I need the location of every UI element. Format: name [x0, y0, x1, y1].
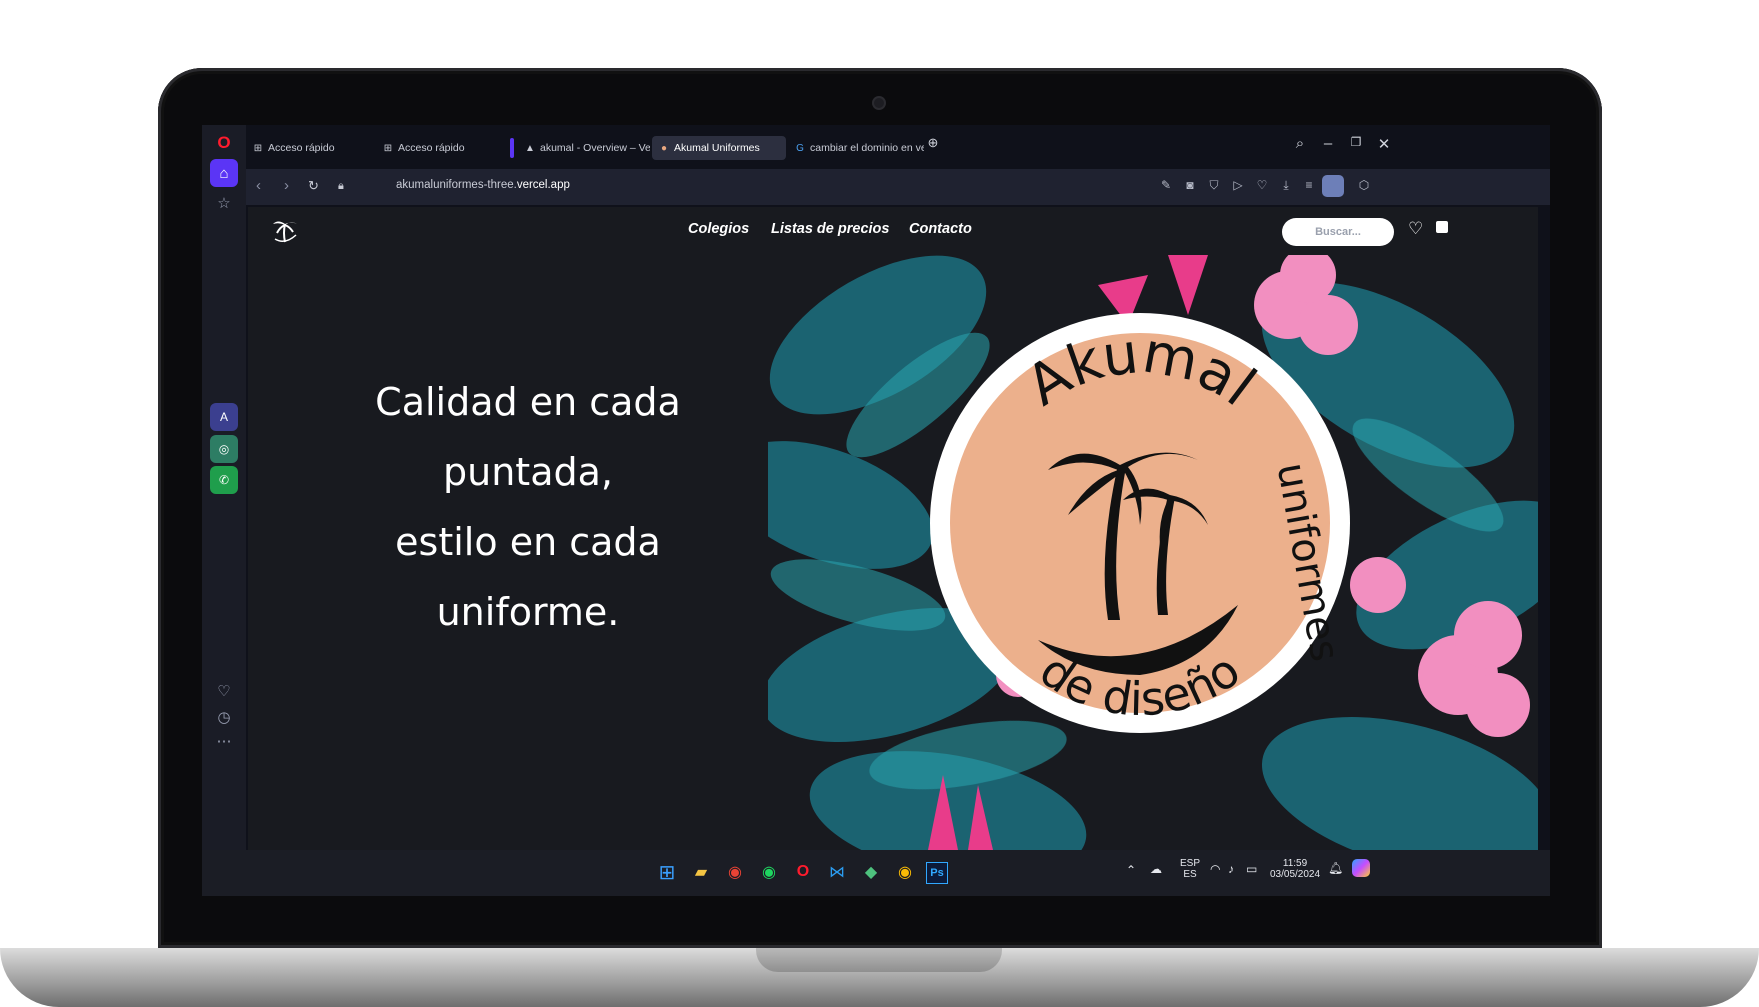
address-bar: ‹ › ↻ 🔒︎ akumaluniformes-three.vercel.ap…: [246, 169, 1550, 205]
star-icon[interactable]: ☆: [210, 189, 238, 217]
url-field[interactable]: akumaluniformes-three.vercel.app: [396, 179, 570, 191]
screen: O ⌂ ☆ A ◎ ✆ ♡ ◷ ⋯ ⊞ Acceso rápido ⊞ Acceso…: [202, 125, 1550, 896]
hero-line-4: uniforme.: [436, 590, 620, 634]
clock[interactable]: 11:59 03/05/2024: [1270, 858, 1320, 880]
lock-icon: 🔒︎: [338, 180, 344, 192]
tab-island-marker: [510, 138, 514, 158]
photoshop-icon[interactable]: Ps: [926, 862, 948, 884]
diamond-app-icon[interactable]: ◆: [858, 859, 884, 885]
tab-vercel[interactable]: ▲akumal - Overview – Vercel: [518, 136, 650, 160]
site-logo-icon[interactable]: [270, 215, 300, 245]
hero-line-1: Calidad en cada: [375, 380, 681, 424]
taskbar: ⊞ ▰ ◉ ◉ O ⋈ ◆ ◉ Ps ⌃ ☁ ESP ES ◠ ♪ ▭ 11:5…: [202, 850, 1550, 896]
grid-icon: ⊞: [383, 143, 393, 154]
wishlist-heart-icon[interactable]: ♡: [1408, 219, 1423, 239]
minimize-icon[interactable]: –: [1317, 135, 1339, 152]
notification-bell-icon[interactable]: 🔔︎: [1328, 861, 1343, 875]
language-indicator[interactable]: ESP ES: [1180, 858, 1200, 880]
google-icon: G: [796, 143, 804, 154]
nav-contacto[interactable]: Contacto: [909, 221, 972, 237]
heart-icon[interactable]: ♡: [210, 677, 238, 705]
tab-acceso-rapido-2[interactable]: ⊞ Acceso rápido: [376, 136, 502, 160]
opera-taskbar-icon[interactable]: O: [790, 859, 816, 885]
chatgpt-icon[interactable]: ◎: [210, 435, 238, 463]
tray-chevron-icon[interactable]: ⌃: [1126, 863, 1136, 877]
tab-strip: ⊞ Acceso rápido ⊞ Acceso rápido ▲ akumal - …: [246, 125, 1550, 169]
camera-icon[interactable]: ◙: [1180, 178, 1200, 192]
grid-icon: ⊞: [253, 143, 263, 154]
vscode-icon[interactable]: ⋈: [824, 859, 850, 885]
forward-icon[interactable]: ›: [284, 177, 289, 194]
aria-icon[interactable]: A: [210, 403, 238, 431]
hero-line-2: puntada,: [443, 450, 613, 494]
tropical-background: Akumal de diseño uniformes: [768, 255, 1538, 850]
chrome-icon[interactable]: ◉: [722, 859, 748, 885]
extensions-icon[interactable]: ⬡: [1354, 178, 1374, 192]
tab-akumal-uniformes[interactable]: ● Akumal Uniformes: [652, 136, 786, 160]
shield-icon[interactable]: ⛉: [1204, 178, 1224, 193]
shopping-bag-icon[interactable]: [1436, 221, 1448, 233]
file-explorer-icon[interactable]: ▰: [688, 859, 714, 885]
edit-icon[interactable]: ✎: [1156, 178, 1176, 192]
reload-icon[interactable]: ↻: [308, 178, 319, 194]
tab-acceso-rapido-1[interactable]: ⊞ Acceso rápido: [246, 136, 372, 160]
volume-icon[interactable]: ♪: [1228, 862, 1234, 876]
download-icon[interactable]: ⤓: [1276, 178, 1296, 193]
windows-start-icon[interactable]: ⊞: [654, 859, 680, 885]
back-icon[interactable]: ‹: [256, 177, 261, 194]
hero-tagline: Calidad en cada puntada, estilo en cada …: [318, 367, 738, 647]
heart-icon[interactable]: ♡: [1252, 178, 1272, 192]
battery-icon[interactable]: ▭: [1246, 862, 1257, 876]
restore-icon[interactable]: ❐: [1345, 135, 1367, 149]
tab-search-icon[interactable]: ⌕: [1289, 135, 1311, 152]
website: Colegios Listas de precios Contacto Busc…: [248, 207, 1538, 850]
spotify-icon[interactable]: ◉: [756, 859, 782, 885]
play-icon[interactable]: ▷: [1228, 178, 1248, 192]
chrome-canary-icon[interactable]: ◉: [892, 859, 918, 885]
hero-artwork: Akumal de diseño uniformes: [768, 255, 1538, 850]
whatsapp-icon[interactable]: ✆: [210, 466, 238, 494]
menu-icon[interactable]: ≡: [1299, 178, 1319, 192]
vercel-icon: ▲: [525, 143, 535, 154]
site-icon: ●: [660, 143, 668, 154]
opera-sidebar: O ⌂ ☆ A ◎ ✆ ♡ ◷ ⋯: [202, 125, 246, 850]
home-icon[interactable]: ⌂: [210, 159, 238, 187]
onedrive-icon[interactable]: ☁: [1150, 862, 1162, 876]
laptop-notch: [756, 948, 1002, 972]
hero-line-3: estilo en cada: [395, 520, 661, 564]
tab-google-search[interactable]: Gcambiar el dominio en vercel: [788, 136, 924, 160]
profile-avatar[interactable]: [1322, 175, 1344, 197]
webcam: [874, 98, 884, 108]
close-icon[interactable]: ✕: [1373, 135, 1395, 153]
opera-logo-icon[interactable]: O: [210, 129, 238, 157]
new-tab-icon[interactable]: ⊕: [922, 135, 944, 151]
nav-listas-de-precios[interactable]: Listas de precios: [771, 221, 889, 237]
wifi-icon[interactable]: ◠: [1210, 862, 1220, 876]
search-input[interactable]: Buscar...: [1282, 218, 1394, 246]
copilot-icon[interactable]: [1352, 859, 1370, 877]
more-icon[interactable]: ⋯: [210, 727, 238, 755]
nav-colegios[interactable]: Colegios: [688, 221, 749, 237]
